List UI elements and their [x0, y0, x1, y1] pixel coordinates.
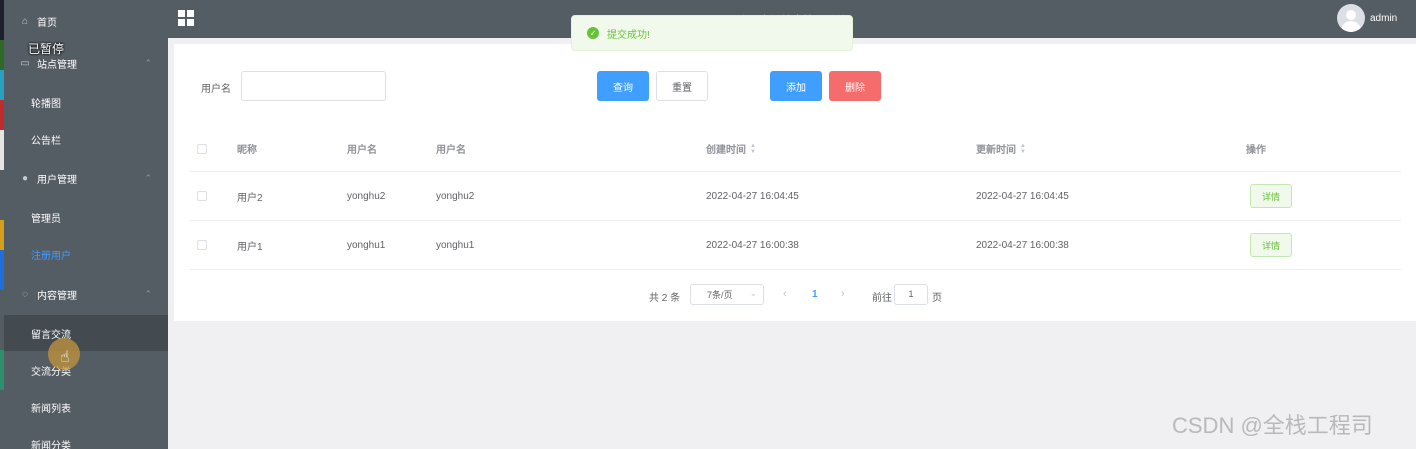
- sort-icon[interactable]: ▲ ▼: [750, 143, 756, 155]
- sidebar-item-label: 注册用户: [31, 250, 71, 262]
- column-header-label: 更新时间: [976, 145, 1016, 156]
- home-icon: ⌂: [21, 15, 29, 27]
- next-page-icon[interactable]: ›: [841, 288, 845, 300]
- sidebar-item-notice[interactable]: 公告栏: [4, 121, 168, 157]
- users-table: 昵称 用户名 用户名 创建时间 ▲ ▼ 更新时间 ▲ ▼ 操作 用户2 yonghu…: [189, 126, 1401, 270]
- sidebar-item-label: 站点管理: [37, 59, 77, 71]
- sidebar-item-content-management[interactable]: ◌ 内容管理 ⌃: [4, 276, 168, 312]
- prev-page-icon[interactable]: ‹: [783, 288, 787, 300]
- chevron-up-icon: ⌃: [144, 288, 152, 299]
- chevron-up-icon: ⌃: [144, 57, 152, 68]
- sort-icon[interactable]: ▲ ▼: [1020, 143, 1026, 155]
- cart-icon: ▭: [20, 57, 30, 69]
- delete-button[interactable]: 删除: [829, 71, 881, 101]
- sidebar-item-label: 用户管理: [37, 174, 77, 186]
- column-header-username-2: 用户名: [436, 145, 466, 156]
- chevron-down-icon: ⌄: [749, 288, 757, 298]
- sidebar-item-label: 首页: [37, 17, 57, 29]
- username-filter-label: 用户名: [201, 84, 231, 95]
- sidebar-item-carousel[interactable]: 轮播图: [4, 84, 168, 120]
- sidebar-item-label: 管理员: [31, 213, 61, 225]
- sidebar: ⌂ 首页 ▭ 站点管理 ⌃ 轮播图 公告栏 ● 用户管理 ⌃ 管理员 注册用户 …: [4, 0, 168, 449]
- column-header-updated[interactable]: 更新时间 ▲ ▼: [976, 126, 1026, 171]
- sidebar-item-message-exchange[interactable]: 留言交流: [4, 315, 168, 351]
- add-button[interactable]: 添加: [770, 71, 822, 101]
- paused-overlay: 已暂停: [28, 42, 65, 56]
- column-header-label: 创建时间: [706, 145, 746, 156]
- detail-button[interactable]: 详情: [1250, 184, 1292, 208]
- page-suffix-label: 页: [932, 293, 942, 304]
- cell-created: 2022-04-27 16:04:45: [706, 190, 799, 202]
- main-card: 用户名 查询 重置 添加 删除 昵称 用户名 用户名 创建时间 ▲ ▼ 更新时间 …: [174, 44, 1416, 321]
- sidebar-item-news-category[interactable]: 新闻分类: [4, 426, 168, 449]
- user-icon: ●: [21, 172, 29, 184]
- chevron-up-icon: ⌃: [144, 172, 152, 183]
- username[interactable]: admin: [1370, 13, 1397, 24]
- cell-created: 2022-04-27 16:00:38: [706, 239, 799, 251]
- page-size-value: 7条/页: [707, 290, 733, 300]
- sidebar-item-user-management[interactable]: ● 用户管理 ⌃: [4, 160, 168, 196]
- column-header-created[interactable]: 创建时间 ▲ ▼: [706, 126, 756, 171]
- sidebar-item-label: 新闻列表: [31, 403, 71, 415]
- cell-actions: 详情: [1250, 221, 1292, 269]
- sidebar-item-label: 新闻分类: [31, 440, 71, 449]
- watermark: CSDN @全栈工程司: [1172, 413, 1373, 438]
- table-row: 用户1 yonghu1 yonghu1 2022-04-27 16:00:38 …: [189, 221, 1401, 270]
- sidebar-item-admin[interactable]: 管理员: [4, 199, 168, 235]
- success-toast: ✓ 提交成功!: [571, 15, 853, 51]
- goto-page-input[interactable]: 1: [894, 284, 928, 305]
- column-header-username: 用户名: [347, 145, 377, 156]
- cell-username-2: yonghu1: [436, 239, 475, 251]
- sidebar-item-news-list[interactable]: 新闻列表: [4, 389, 168, 425]
- detail-button[interactable]: 详情: [1250, 233, 1292, 257]
- cell-updated: 2022-04-27 16:04:45: [976, 190, 1069, 202]
- sidebar-item-exchange-category[interactable]: 交流分类: [4, 352, 168, 388]
- column-header-nickname: 昵称: [237, 145, 257, 156]
- query-button[interactable]: 查询: [597, 71, 649, 101]
- goto-label: 前往: [872, 293, 892, 304]
- hand-cursor-icon: ☝: [60, 349, 70, 366]
- pagination: 共 2 条 7条/页 ⌄ ‹ 1 › 前往 1 页: [174, 284, 1416, 306]
- page-size-select[interactable]: 7条/页 ⌄: [690, 284, 764, 305]
- table-row: 用户2 yonghu2 yonghu2 2022-04-27 16:04:45 …: [189, 172, 1401, 221]
- row-checkbox[interactable]: [197, 221, 207, 269]
- toast-message: 提交成功!: [607, 29, 650, 41]
- reset-button[interactable]: 重置: [656, 71, 708, 101]
- cell-updated: 2022-04-27 16:00:38: [976, 239, 1069, 251]
- chat-bubble-icon: ◌: [22, 288, 28, 300]
- table-header-row: 昵称 用户名 用户名 创建时间 ▲ ▼ 更新时间 ▲ ▼ 操作: [189, 126, 1401, 172]
- sidebar-item-registered-users[interactable]: 注册用户: [4, 236, 168, 272]
- check-circle-icon: ✓: [587, 27, 599, 39]
- cell-nickname: 用户1: [237, 241, 263, 253]
- row-checkbox[interactable]: [197, 172, 207, 220]
- username-filter-input[interactable]: [241, 71, 386, 101]
- sidebar-item-label: 内容管理: [37, 290, 77, 302]
- pagination-total: 共 2 条: [649, 293, 681, 304]
- cell-nickname: 用户2: [237, 192, 263, 204]
- sidebar-item-home[interactable]: ⌂ 首页: [4, 3, 168, 39]
- column-header-actions: 操作: [1246, 145, 1266, 156]
- cell-actions: 详情: [1250, 172, 1292, 220]
- page-number-current[interactable]: 1: [812, 289, 818, 300]
- cell-username-2: yonghu2: [436, 190, 475, 202]
- avatar[interactable]: [1337, 4, 1365, 32]
- cell-username: yonghu2: [347, 190, 386, 202]
- sidebar-item-label: 轮播图: [31, 98, 61, 110]
- select-all-checkbox[interactable]: [197, 126, 207, 171]
- sidebar-item-label: 公告栏: [31, 135, 61, 147]
- cell-username: yonghu1: [347, 239, 386, 251]
